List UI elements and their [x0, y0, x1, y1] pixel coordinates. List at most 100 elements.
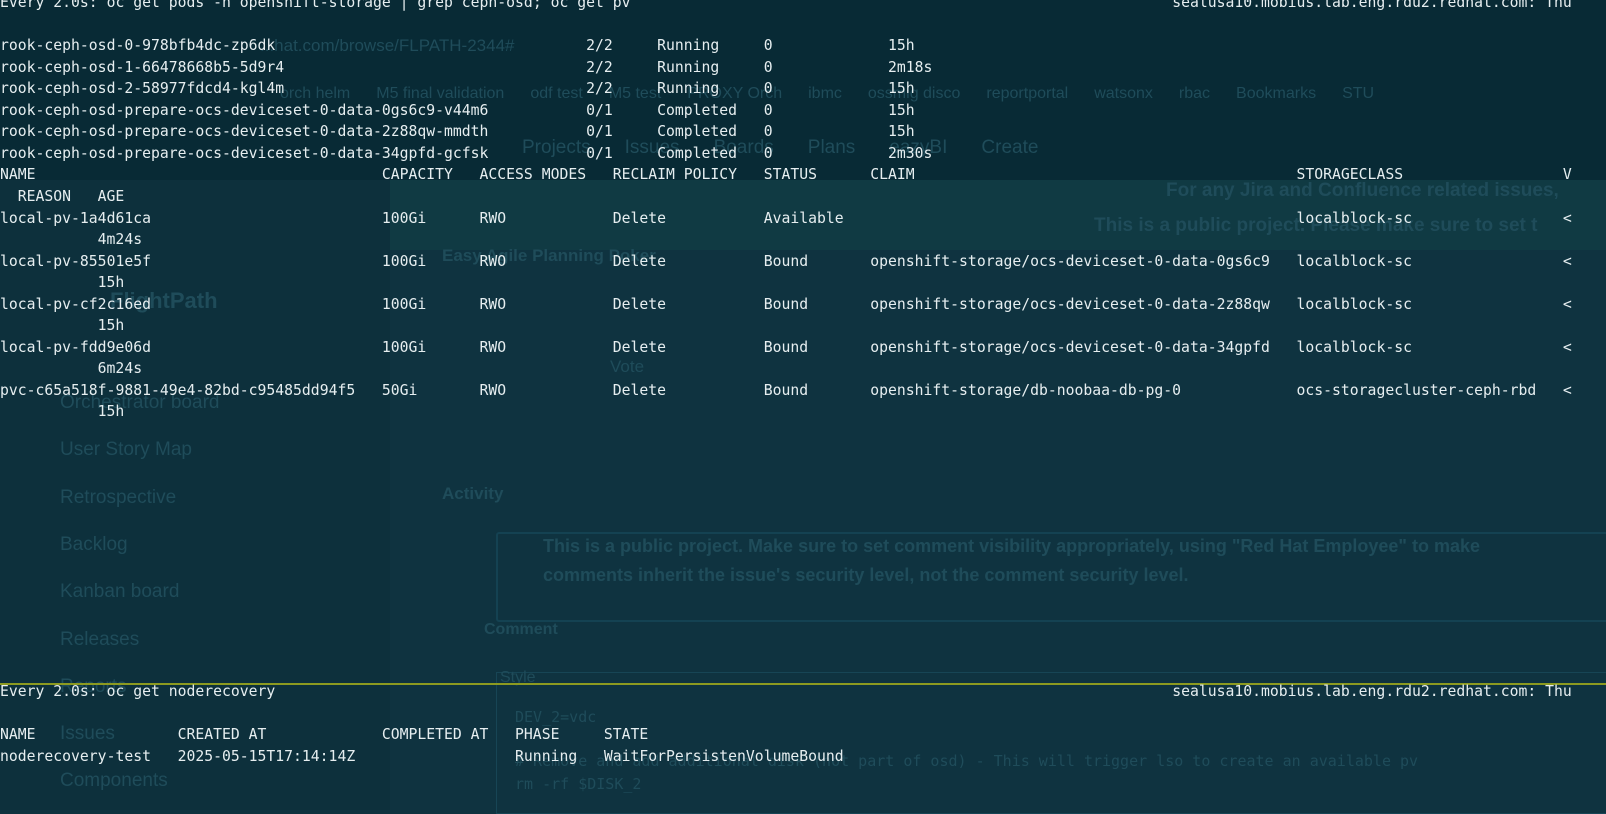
terminal-cell: rook-ceph-osd-prepare-ocs-deviceset-0-da…	[0, 123, 489, 141]
terminal-cell: ACCESS MODES	[479, 166, 587, 184]
pod-row: rook-ceph-osd-1-66478668b5-5d9r4 2/2 Runni…	[0, 57, 1606, 79]
watch-header-noderecovery: Every 2.0s: oc get noderecovery sealusa10…	[0, 681, 1606, 703]
terminal-cell: <	[1562, 338, 1572, 356]
terminal-cell: openshift-storage/ocs-deviceset-0-data-2…	[870, 295, 1270, 313]
terminal-cell: 100Gi	[381, 209, 427, 227]
pv-row: local-pv-fdd9e06d 100Gi RWO Delete Bound open…	[0, 337, 1606, 359]
terminal-cell: Delete	[612, 295, 667, 313]
pod-row: rook-ceph-osd-2-58977fdcd4-kgl4m 2/2 Runni…	[0, 78, 1606, 100]
terminal-cell: 0	[763, 58, 773, 76]
terminal-cell: sealusa10.mobius.lab.eng.rdu2.redhat.com…	[1172, 683, 1572, 700]
terminal-cell: 2/2	[586, 58, 613, 76]
terminal-cell: openshift-storage/ocs-deviceset-0-data-0…	[870, 252, 1270, 270]
terminal-cell: 4m24s	[97, 231, 143, 249]
terminal-cell: PHASE	[515, 726, 560, 743]
terminal-cell: <	[1562, 209, 1572, 227]
terminal-cell: Delete	[612, 252, 667, 270]
pv-row-age: 15h	[0, 401, 1606, 423]
terminal-cell: Every 2.0s: oc get pods -n openshift-sto…	[0, 0, 631, 11]
terminal-cell: 100Gi	[381, 252, 427, 270]
terminal-cell: ocs-storagecluster-ceph-rbd	[1296, 381, 1537, 399]
terminal-cell: 0/1	[586, 123, 613, 141]
terminal-cell: localblock-sc	[1296, 209, 1412, 227]
terminal-cell: <	[1562, 381, 1572, 399]
terminal-cell: Running	[657, 80, 720, 98]
pv-row-age: 6m24s	[0, 358, 1606, 380]
terminal-cell: STATE	[603, 726, 649, 743]
terminal-cell: RWO	[479, 252, 507, 270]
terminal-cell: Completed	[657, 144, 738, 162]
terminal-cell: 0	[763, 101, 773, 119]
terminal-cell: localblock-sc	[1296, 295, 1412, 313]
terminal-cell: AGE	[97, 187, 125, 205]
terminal-cell: Running	[657, 58, 720, 76]
terminal-cell: Delete	[612, 381, 667, 399]
terminal-cell: 15h	[888, 80, 915, 98]
pv-row-age: 15h	[0, 315, 1606, 337]
terminal-cell: Running	[515, 748, 578, 765]
terminal-cell: RWO	[479, 381, 507, 399]
terminal-cell: 0/1	[586, 101, 613, 119]
terminal-cell: Available	[763, 209, 844, 227]
terminal-cell: localblock-sc	[1296, 252, 1412, 270]
terminal-cell: RWO	[479, 295, 507, 313]
terminal-cell: <	[1562, 295, 1572, 313]
terminal-cell: STORAGECLASS	[1296, 166, 1404, 184]
terminal-cell: openshift-storage/db-noobaa-db-pg-0	[870, 381, 1182, 399]
terminal-cell: 50Gi	[381, 381, 418, 399]
terminal-cell: 2m18s	[888, 58, 933, 76]
pod-row: rook-ceph-osd-prepare-ocs-deviceset-0-da…	[0, 143, 1606, 165]
terminal-cell: 15h	[888, 123, 915, 141]
terminal-cell: 100Gi	[381, 295, 427, 313]
terminal-cell: 0	[763, 80, 773, 98]
watch-header: Every 2.0s: oc get pods -n openshift-sto…	[0, 0, 1606, 14]
terminal-cell: Completed	[657, 101, 738, 119]
terminal-cell: Bound	[763, 381, 809, 399]
terminal-cell: V	[1562, 166, 1572, 184]
terminal-cell: 2/2	[586, 37, 613, 55]
terminal-cell: RWO	[479, 209, 507, 227]
terminal-cell: 0/1	[586, 144, 613, 162]
terminal-cell: Delete	[612, 209, 667, 227]
terminal-cell: local-pv-cf2c16ed	[0, 295, 151, 313]
terminal-cell: 0	[763, 37, 773, 55]
noderecovery-header-row: NAME CREATED AT COMPLETED AT PHASE STATE	[0, 724, 1606, 746]
pv-row: local-pv-cf2c16ed 100Gi RWO Delete Bound open…	[0, 294, 1606, 316]
terminal-cell: rook-ceph-osd-prepare-ocs-deviceset-0-da…	[0, 101, 489, 119]
terminal-cell: pvc-c65a518f-9881-49e4-82bd-c95485dd94f5	[0, 381, 356, 399]
terminal-cell: 15h	[888, 37, 915, 55]
terminal-cell: Delete	[612, 338, 667, 356]
terminal-cell: RWO	[479, 338, 507, 356]
terminal-cell: 2025-05-15T17:14:14Z	[177, 748, 356, 765]
terminal-cell: 2m30s	[888, 144, 933, 162]
terminal-cell: rook-ceph-osd-prepare-ocs-deviceset-0-da…	[0, 144, 489, 162]
terminal-cell: 0	[763, 144, 773, 162]
terminal-cell: Running	[657, 37, 720, 55]
terminal-cell: CREATED AT	[177, 726, 267, 743]
terminal-cell: Bound	[763, 295, 809, 313]
terminal-cell: local-pv-fdd9e06d	[0, 338, 151, 356]
terminal-cell: sealusa10.mobius.lab.eng.rdu2.redhat.com…	[1172, 0, 1572, 11]
terminal-cell: 6m24s	[97, 360, 143, 378]
pv-header-row: NAME CAPACITY ACCESS MODES RECLAIM POLICY ST…	[0, 164, 1606, 186]
terminal-cell: WaitForPersistenVolumeBound	[603, 748, 844, 765]
terminal-watch-panes: Every 2.0s: oc get pods -n openshift-sto…	[0, 0, 1606, 810]
terminal-cell: COMPLETED AT	[381, 726, 489, 743]
terminal-cell: STATUS	[763, 166, 817, 184]
terminal-cell: <	[1562, 252, 1572, 270]
terminal-cell: NAME	[0, 726, 36, 743]
terminal-cell: REASON	[17, 187, 72, 205]
terminal-cell: 100Gi	[381, 338, 427, 356]
terminal-cell: 15h	[97, 317, 125, 335]
pv-row: local-pv-85501e5f 100Gi RWO Delete Bound open…	[0, 251, 1606, 273]
terminal-cell: local-pv-85501e5f	[0, 252, 151, 270]
terminal-cell: noderecovery-test	[0, 748, 151, 765]
terminal-cell: 15h	[97, 274, 125, 292]
terminal-cell: localblock-sc	[1296, 338, 1412, 356]
terminal-cell: Bound	[763, 252, 809, 270]
pv-row: pvc-c65a518f-9881-49e4-82bd-c95485dd94f5…	[0, 380, 1606, 402]
terminal-cell: Completed	[657, 123, 738, 141]
terminal-cell: RECLAIM POLICY	[612, 166, 738, 184]
terminal-cell: Bound	[763, 338, 809, 356]
terminal-cell: 15h	[97, 403, 125, 421]
